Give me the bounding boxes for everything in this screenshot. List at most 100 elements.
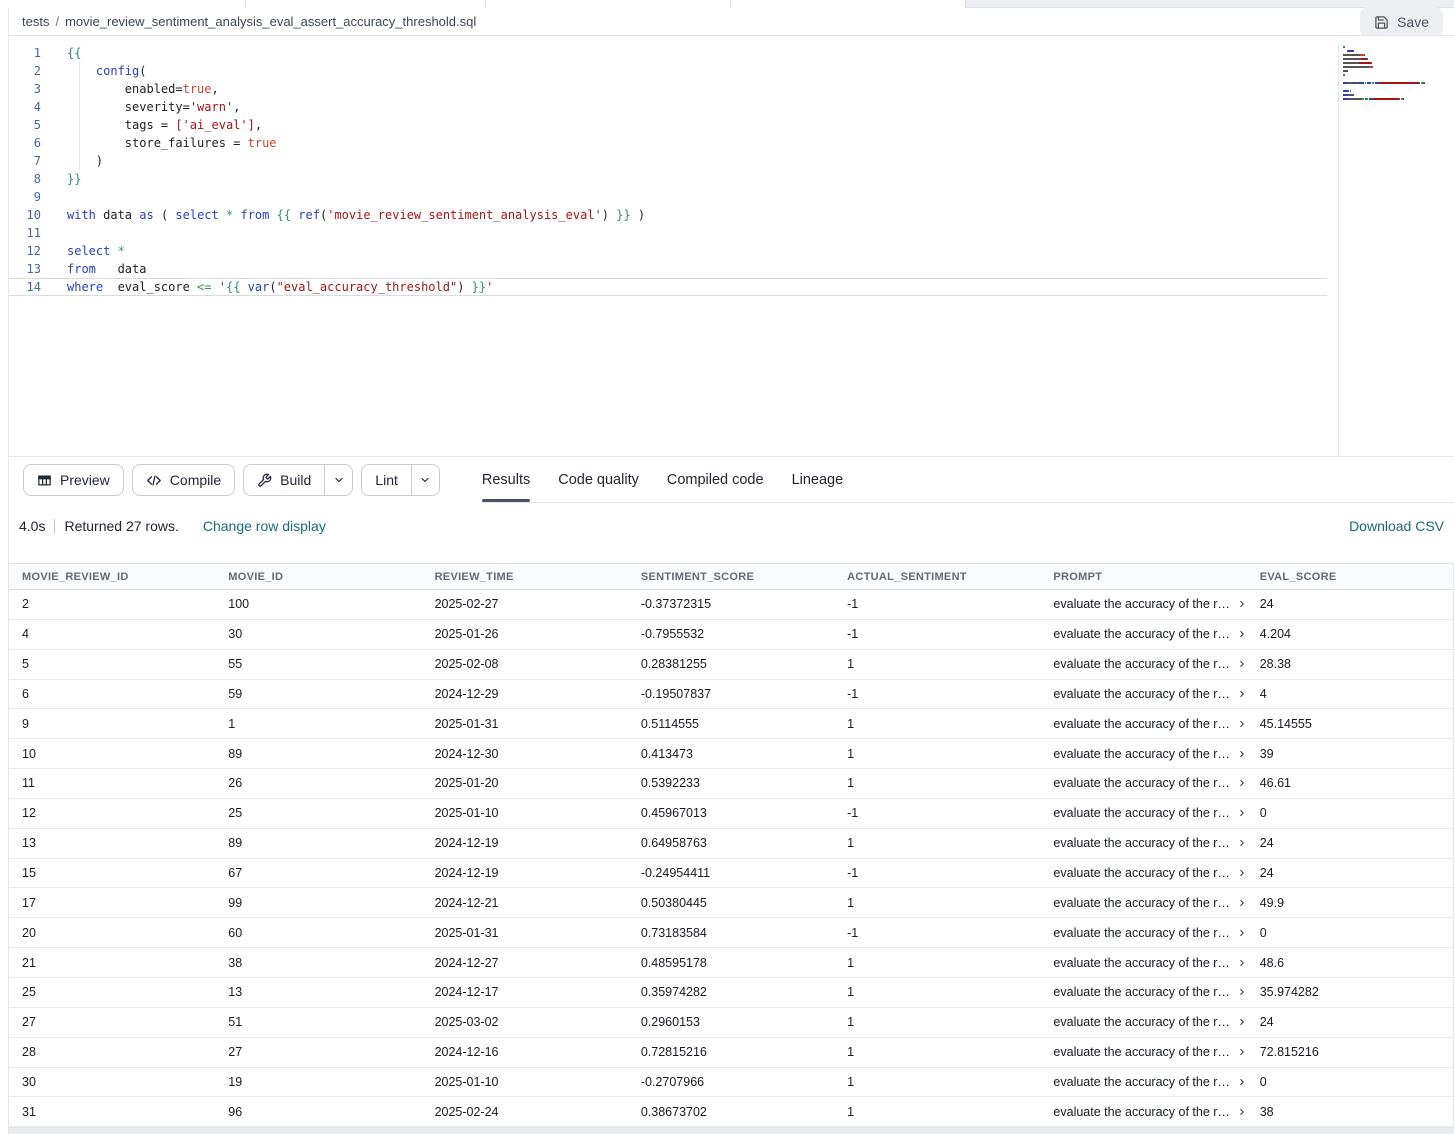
cell-prompt: evaluate the accuracy of the res… [1040, 1038, 1246, 1067]
table-row[interactable]: 28 27 2024-12-16 0.72815216 1 evaluate t… [9, 1038, 1453, 1068]
prompt-truncated-text: evaluate the accuracy of the res… [1053, 1075, 1231, 1089]
tab-code-quality[interactable]: Code quality [558, 457, 639, 502]
expand-cell-icon[interactable] [1237, 958, 1247, 968]
table-row[interactable]: 6 59 2024-12-29 -0.19507837 -1 evaluate … [9, 680, 1453, 710]
column-header[interactable]: PROMPT [1040, 564, 1246, 589]
code-line[interactable]: 1{{ [9, 44, 1327, 62]
table-row[interactable]: 11 26 2025-01-20 0.5392233 1 evaluate th… [9, 769, 1453, 799]
expand-cell-icon[interactable] [1237, 719, 1247, 729]
expand-cell-icon[interactable] [1237, 1017, 1247, 1027]
download-csv-link[interactable]: Download CSV [1349, 518, 1444, 534]
code-line[interactable]: 3 enabled=true, [9, 80, 1327, 98]
indent-guide [79, 62, 80, 170]
open-files-tabstrip[interactable] [0, 0, 1454, 8]
lint-button[interactable]: Lint [361, 464, 440, 496]
code-line[interactable]: 5 tags = ['ai_eval'], [9, 116, 1327, 134]
column-header[interactable]: SENTIMENT_SCORE [628, 564, 834, 589]
code-line[interactable]: 2 config( [9, 62, 1327, 80]
expand-cell-icon[interactable] [1237, 629, 1247, 639]
column-header[interactable]: MOVIE_REVIEW_ID [9, 564, 215, 589]
code-line[interactable]: 8}} [9, 170, 1327, 188]
table-row[interactable]: 10 89 2024-12-30 0.413473 1 evaluate the… [9, 739, 1453, 769]
breadcrumb-folder[interactable]: tests [22, 14, 49, 29]
table-row[interactable]: 31 96 2025-02-24 0.38673702 1 evaluate t… [9, 1097, 1453, 1127]
cell-prompt: evaluate the accuracy of the res… [1040, 918, 1246, 947]
table-row[interactable]: 4 30 2025-01-26 -0.7955532 -1 evaluate t… [9, 620, 1453, 650]
table-row[interactable]: 25 13 2024-12-17 0.35974282 1 evaluate t… [9, 978, 1453, 1008]
table-row[interactable]: 27 51 2025-03-02 0.2960153 1 evaluate th… [9, 1008, 1453, 1038]
table-row[interactable]: 5 55 2025-02-08 0.28381255 1 evaluate th… [9, 650, 1453, 680]
code-lines[interactable]: 1{{2 config(3 enabled=true,4 severity='w… [9, 36, 1454, 296]
line-number: 9 [9, 188, 41, 206]
chevron-down-icon [419, 474, 431, 486]
expand-cell-icon[interactable] [1237, 599, 1247, 609]
build-button[interactable]: Build [243, 464, 353, 496]
expand-cell-icon[interactable] [1237, 928, 1247, 938]
table-row[interactable]: 17 99 2024-12-21 0.50380445 1 evaluate t… [9, 888, 1453, 918]
cell-sentiment-score: 0.5392233 [628, 769, 834, 798]
code-line[interactable]: 14where eval_score <= '{{ var("eval_accu… [9, 278, 1327, 296]
expand-cell-icon[interactable] [1237, 808, 1247, 818]
tab-lineage[interactable]: Lineage [792, 457, 844, 502]
code-line[interactable]: 11 [9, 224, 1327, 242]
expand-cell-icon[interactable] [1237, 898, 1247, 908]
table-row[interactable]: 15 67 2024-12-19 -0.24954411 -1 evaluate… [9, 859, 1453, 889]
cell-eval-score: 24 [1247, 829, 1453, 858]
code-line[interactable]: 12select * [9, 242, 1327, 260]
cell-prompt: evaluate the accuracy of the res… [1040, 859, 1246, 888]
table-row[interactable]: 12 25 2025-01-10 0.45967013 -1 evaluate … [9, 799, 1453, 829]
table-row[interactable]: 9 1 2025-01-31 0.5114555 1 evaluate the … [9, 709, 1453, 739]
cell-review-time: 2025-01-10 [422, 1068, 628, 1097]
expand-cell-icon[interactable] [1237, 1077, 1247, 1087]
expand-cell-icon[interactable] [1237, 1047, 1247, 1057]
tab-compiled-code[interactable]: Compiled code [667, 457, 764, 502]
cell-movie-id: 100 [215, 590, 421, 619]
cell-review-time: 2024-12-17 [422, 978, 628, 1007]
code-line[interactable]: 4 severity='warn', [9, 98, 1327, 116]
code-editor[interactable]: 1{{2 config(3 enabled=true,4 severity='w… [9, 36, 1454, 456]
column-header[interactable]: EVAL_SCORE [1247, 564, 1453, 589]
code-line[interactable]: 10with data as ( select * from {{ ref('m… [9, 206, 1327, 224]
code-line[interactable]: 7 ) [9, 152, 1327, 170]
expand-cell-icon[interactable] [1237, 689, 1247, 699]
table-row[interactable]: 2 100 2025-02-27 -0.37372315 -1 evaluate… [9, 590, 1453, 620]
column-header[interactable]: REVIEW_TIME [422, 564, 628, 589]
cell-movie-id: 25 [215, 799, 421, 828]
cell-movie-review-id: 30 [9, 1068, 215, 1097]
expand-cell-icon[interactable] [1237, 868, 1247, 878]
horizontal-scrollbar-track[interactable] [9, 1127, 1454, 1134]
expand-cell-icon[interactable] [1237, 749, 1247, 759]
expand-cell-icon[interactable] [1237, 1107, 1247, 1117]
cell-prompt: evaluate the accuracy of the res… [1040, 888, 1246, 917]
editor-minimap[interactable] [1338, 44, 1453, 456]
cell-sentiment-score: -0.19507837 [628, 680, 834, 709]
expand-cell-icon[interactable] [1237, 778, 1247, 788]
column-header[interactable]: ACTUAL_SENTIMENT [834, 564, 1040, 589]
expand-cell-icon[interactable] [1237, 659, 1247, 669]
table-body: 2 100 2025-02-27 -0.37372315 -1 evaluate… [9, 590, 1453, 1127]
code-line[interactable]: 6 store_failures = true [9, 134, 1327, 152]
table-row[interactable]: 13 89 2024-12-19 0.64958763 1 evaluate t… [9, 829, 1453, 859]
table-row[interactable]: 30 19 2025-01-10 -0.2707966 1 evaluate t… [9, 1068, 1453, 1098]
column-header[interactable]: MOVIE_ID [215, 564, 421, 589]
tab-results[interactable]: Results [482, 457, 530, 502]
code-line[interactable]: 13from data [9, 260, 1327, 278]
change-row-display-link[interactable]: Change row display [203, 518, 326, 534]
tab-separator [245, 0, 246, 8]
table-row[interactable]: 20 60 2025-01-31 0.73183584 -1 evaluate … [9, 918, 1453, 948]
lint-dropdown-toggle[interactable] [411, 465, 439, 495]
table-icon [37, 473, 52, 488]
compile-button[interactable]: Compile [132, 464, 235, 496]
cell-eval-score: 4.204 [1247, 620, 1453, 649]
expand-cell-icon[interactable] [1237, 987, 1247, 997]
cell-prompt: evaluate the accuracy of the res… [1040, 829, 1246, 858]
cell-movie-review-id: 12 [9, 799, 215, 828]
cell-prompt: evaluate the accuracy of the res… [1040, 948, 1246, 977]
cell-eval-score: 39 [1247, 739, 1453, 768]
build-dropdown-toggle[interactable] [324, 465, 352, 495]
table-row[interactable]: 21 38 2024-12-27 0.48595178 1 evaluate t… [9, 948, 1453, 978]
expand-cell-icon[interactable] [1237, 838, 1247, 848]
code-line[interactable]: 9 [9, 188, 1327, 206]
line-number: 6 [9, 134, 41, 152]
preview-button[interactable]: Preview [23, 464, 124, 496]
